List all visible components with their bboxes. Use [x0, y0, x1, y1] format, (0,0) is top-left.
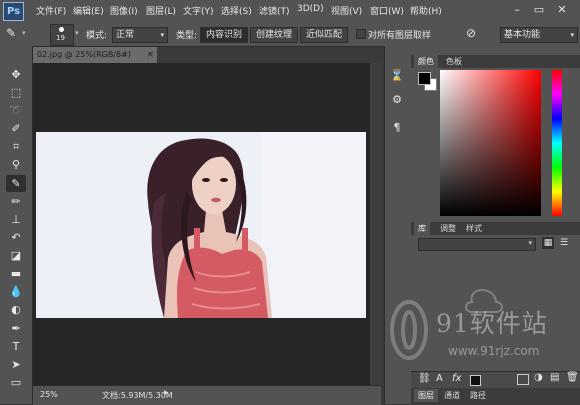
tab-library[interactable]: 库 — [414, 222, 430, 235]
menu-filter[interactable]: 滤镜(T) — [259, 4, 290, 17]
maximize-button[interactable]: ▭ — [530, 1, 548, 19]
type-label: 类型: — [176, 31, 198, 41]
brush-chevron-icon[interactable]: ▾ — [75, 29, 79, 37]
workspace-value: 基本功能 — [504, 30, 541, 40]
mode-label: 模式: — [86, 31, 108, 41]
library-chevron-icon: ▾ — [528, 239, 532, 247]
foreground-color-swatch[interactable] — [418, 72, 431, 85]
pen-tool-icon[interactable]: ✒ — [6, 320, 26, 337]
menu-3d[interactable]: 3D(D) — [297, 4, 324, 14]
layer-mask-icon[interactable] — [470, 375, 481, 386]
brush-preset-picker[interactable]: 19 — [50, 24, 74, 46]
status-arrow-icon[interactable]: ▸ — [164, 388, 169, 398]
trash-icon[interactable]: 🗑 — [566, 372, 579, 383]
tab-paths[interactable]: 路径 — [466, 389, 490, 402]
tab-styles[interactable]: 样式 — [462, 222, 486, 235]
lasso-tool-icon[interactable]: ➰ — [6, 102, 26, 119]
document-image[interactable] — [36, 132, 366, 318]
list-view-icon[interactable]: ☰ — [558, 237, 570, 249]
watermark-url: www.91rjz.com — [448, 344, 540, 358]
mode-select[interactable]: 正常 ▾ — [112, 27, 168, 43]
grid-view-icon[interactable]: ▦ — [542, 237, 554, 249]
tab-swatches[interactable]: 色板 — [442, 55, 466, 68]
close-window-button[interactable]: ✕ — [553, 1, 571, 19]
type-tool-icon[interactable]: T — [6, 338, 26, 355]
proximity-match-button[interactable]: 近似匹配 — [300, 27, 348, 43]
mode-value: 正常 — [116, 30, 135, 40]
status-bar — [33, 385, 381, 405]
portrait-photo — [36, 132, 366, 318]
healing-brush-tool-icon[interactable]: ✎ — [6, 175, 26, 192]
eraser-tool-icon[interactable]: ◪ — [6, 247, 26, 264]
properties-panel-icon[interactable]: ⚙ — [389, 92, 405, 108]
sample-all-checkbox[interactable] — [356, 29, 366, 39]
spot-healing-brush-icon[interactable]: ✎ — [6, 26, 16, 40]
menu-type[interactable]: 文字(Y) — [183, 4, 214, 17]
close-document-icon[interactable]: × — [146, 47, 154, 63]
new-group-icon[interactable] — [517, 374, 529, 385]
sample-all-label: 对所有图层取样 — [368, 31, 432, 41]
menu-layer[interactable]: 图层(L) — [146, 4, 176, 17]
library-select[interactable]: ▾ — [418, 238, 536, 251]
eyedropper-tool-icon[interactable]: ⚲ — [6, 156, 26, 173]
blur-tool-icon[interactable]: 💧 — [6, 283, 26, 300]
fx-icon[interactable]: fx — [452, 373, 461, 384]
adjustment-layer-icon[interactable]: ◑ — [534, 372, 543, 383]
tab-layers[interactable]: 图层 — [414, 389, 438, 402]
path-select-tool-icon[interactable]: ➤ — [6, 356, 26, 373]
marquee-tool-icon[interactable]: ⬚ — [6, 84, 26, 101]
pressure-size-icon[interactable]: ⊘ — [466, 26, 476, 40]
gradient-tool-icon[interactable]: ▬ — [6, 265, 26, 282]
menu-file[interactable]: 文件(F) — [36, 4, 66, 17]
brush-dot-icon — [59, 27, 64, 32]
content-aware-button[interactable]: 内容识别 — [200, 27, 248, 43]
vertical-scrollbar[interactable] — [370, 63, 381, 385]
mode-chevron-icon: ▾ — [160, 31, 164, 39]
dodge-tool-icon[interactable]: ◐ — [6, 301, 26, 318]
crop-tool-icon[interactable]: ⌗ — [6, 138, 26, 155]
menu-window[interactable]: 窗口(W) — [370, 4, 404, 17]
menu-image[interactable]: 图像(I) — [110, 4, 138, 17]
workspace-chevron-icon: ▾ — [570, 31, 574, 39]
quick-select-tool-icon[interactable]: ✐ — [6, 120, 26, 137]
chevron-down-icon[interactable]: ▾ — [22, 29, 26, 37]
history-panel-icon[interactable]: ⌛ — [389, 68, 405, 84]
history-brush-tool-icon[interactable]: ↶ — [6, 229, 26, 246]
move-tool-icon[interactable]: ✥ — [6, 66, 26, 83]
brush-size-value: 19 — [56, 34, 65, 42]
link-layers-icon[interactable]: ⛓ — [418, 373, 431, 384]
hue-slider[interactable] — [552, 70, 562, 216]
color-picker-field[interactable] — [440, 70, 541, 216]
tab-channels[interactable]: 通道 — [440, 389, 464, 402]
minimize-button[interactable]: – — [508, 1, 526, 19]
paragraph-panel-icon[interactable]: ¶ — [389, 120, 405, 136]
menu-help[interactable]: 帮助(H) — [410, 4, 442, 17]
shape-tool-icon[interactable]: ▭ — [6, 374, 26, 391]
zoom-level[interactable]: 25% — [40, 390, 58, 399]
menu-view[interactable]: 视图(V) — [331, 4, 362, 17]
menu-edit[interactable]: 编辑(E) — [73, 4, 104, 17]
new-layer-icon[interactable]: ▤ — [550, 372, 559, 383]
clone-stamp-tool-icon[interactable]: ⊥ — [6, 211, 26, 228]
tab-adjustments[interactable]: 调整 — [436, 222, 460, 235]
brush-tool-icon[interactable]: ✏ — [6, 193, 26, 210]
tab-color[interactable]: 颜色 — [414, 55, 438, 68]
app-logo: Ps — [3, 2, 24, 21]
document-size: 文档:5.93M/5.30M — [102, 391, 173, 400]
create-texture-button[interactable]: 创建纹理 — [250, 27, 298, 43]
workspace-select[interactable]: 基本功能 ▾ — [500, 27, 578, 43]
document-tab[interactable]: 02.jpg @ 25%(RGB/8#) × — [33, 47, 157, 63]
layer-style-icon[interactable]: A — [436, 373, 443, 384]
document-title: 02.jpg @ 25%(RGB/8#) — [37, 50, 131, 59]
menu-select[interactable]: 选择(S) — [221, 4, 252, 17]
watermark-name: 91软件站 — [436, 309, 548, 338]
